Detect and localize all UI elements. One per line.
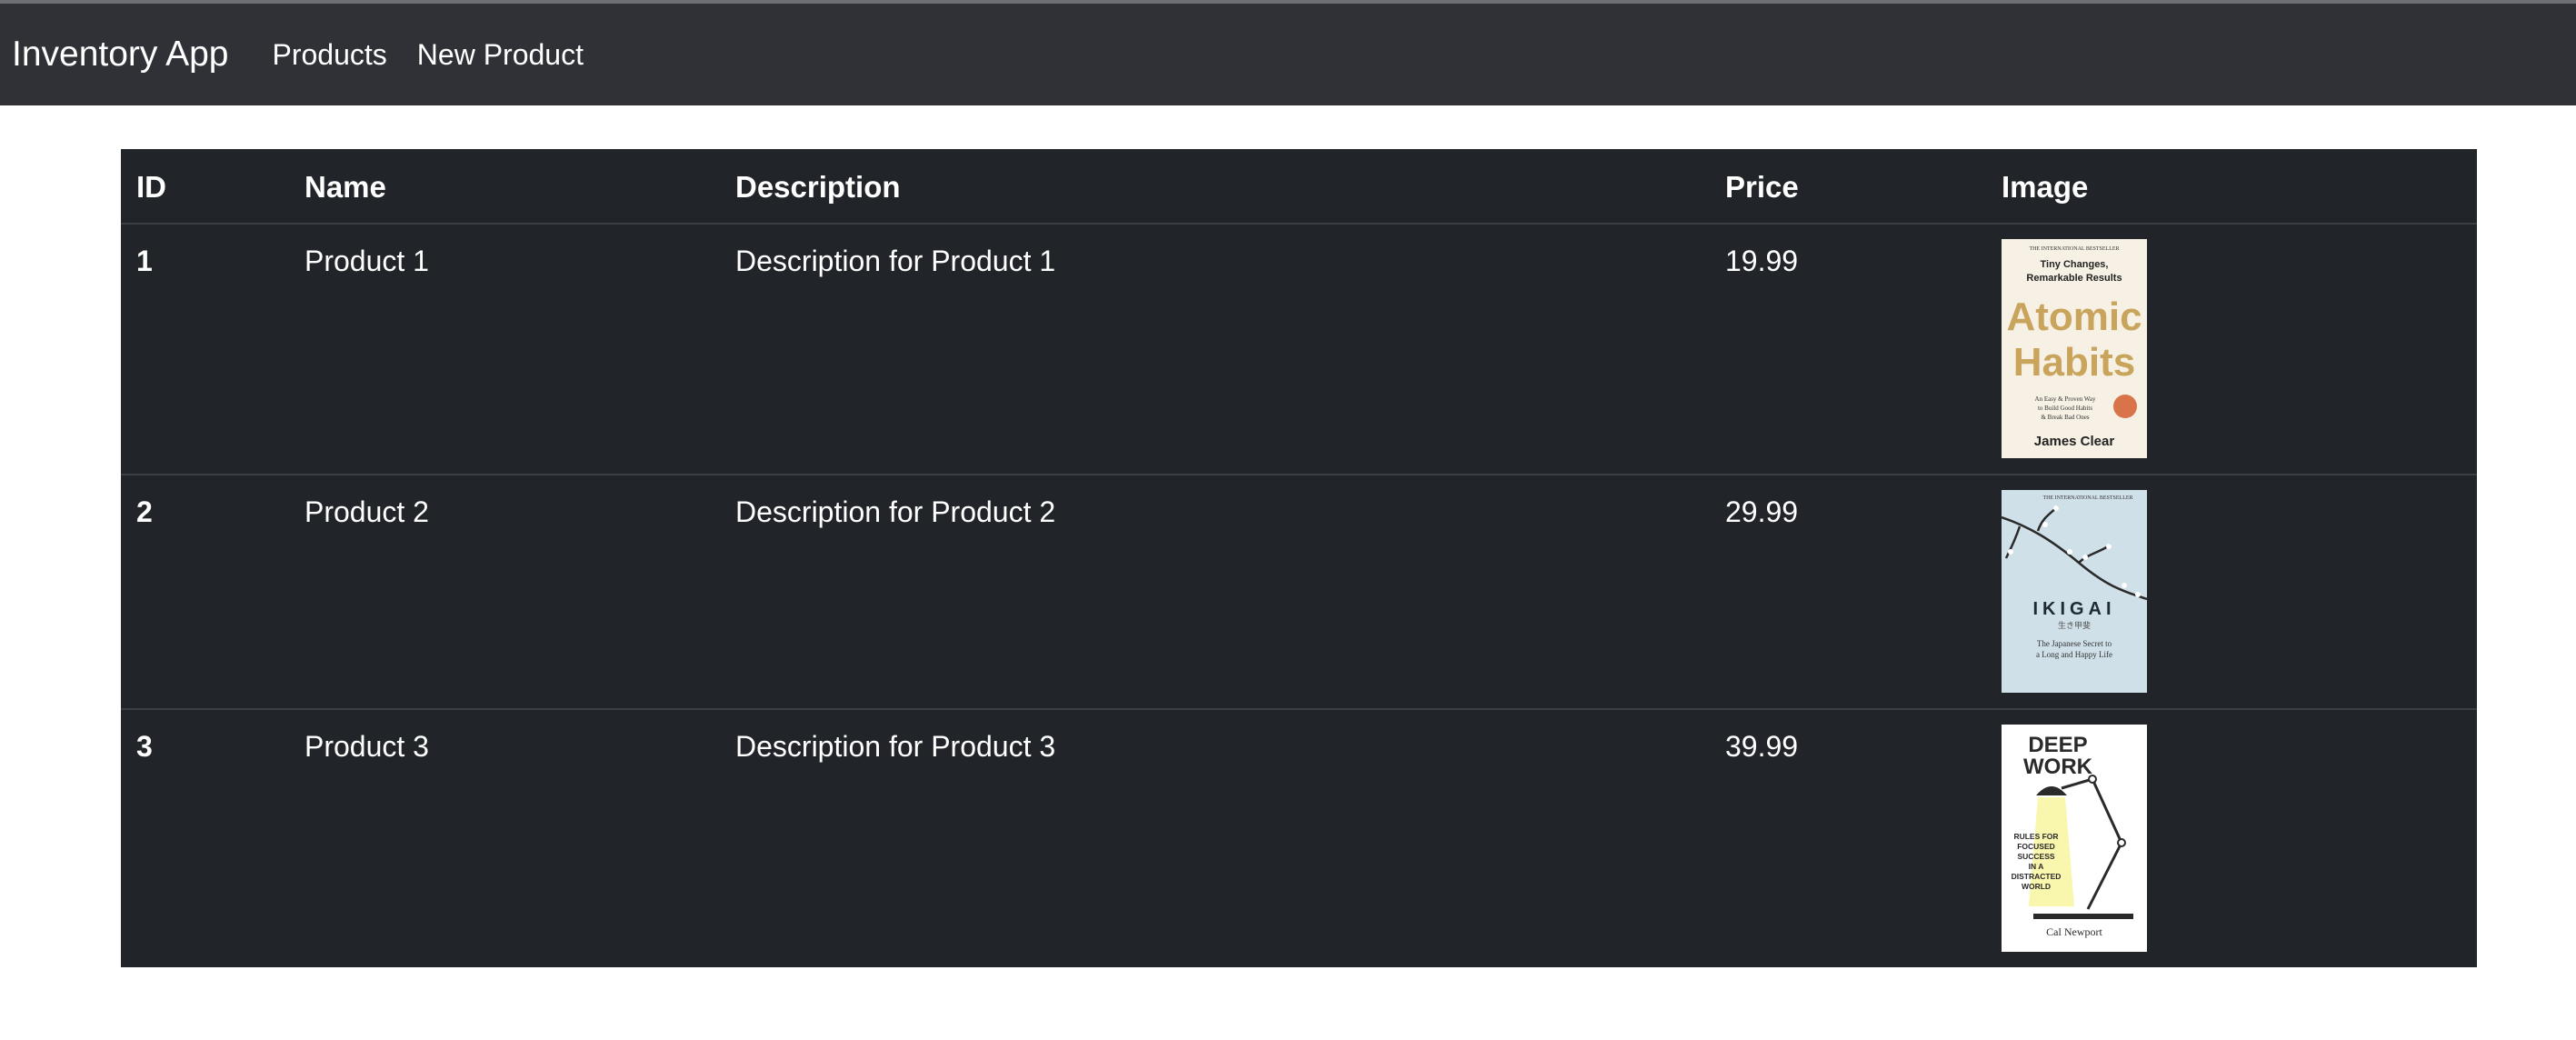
book-kanji: 生き甲斐: [2058, 620, 2091, 631]
column-header-image: Image: [2002, 169, 2089, 204]
product-id: 1: [136, 245, 153, 277]
book-tag: THE INTERNATIONAL BESTSELLER: [2029, 246, 2119, 252]
book-title-1: Atomic: [2006, 295, 2142, 339]
product-name: Product 3: [305, 730, 429, 763]
product-price: 19.99: [1725, 245, 1799, 277]
book-subtitle-5: DISTRACTED: [2012, 872, 2062, 881]
book-author: Cal Newport: [2046, 925, 2102, 938]
product-image-atomic-habits: THE INTERNATIONAL BESTSELLER Tiny Change…: [2002, 239, 2147, 458]
badge-icon: [2113, 395, 2137, 418]
product-image-ikigai: THE INTERNATIONAL BESTSELLER IKIGAI 生き甲斐…: [2002, 490, 2147, 693]
table-row: 3 Product 3 Description for Product 3 39…: [121, 709, 2477, 965]
book-subtitle-1: Tiny Changes,: [2041, 259, 2109, 270]
book-subtitle-3: SUCCESS: [2017, 852, 2054, 861]
book-title-2: Habits: [2013, 340, 2135, 385]
product-id: 3: [136, 730, 153, 763]
product-description: Description for Product 2: [735, 495, 1056, 528]
column-header-name: Name: [305, 169, 386, 204]
book-title-2: WORK: [2023, 755, 2093, 779]
book-title: IKIGAI: [2032, 599, 2115, 619]
column-header-description: Description: [735, 169, 901, 204]
product-name: Product 1: [305, 245, 429, 277]
product-description: Description for Product 3: [735, 730, 1056, 763]
product-image-deep-work: DEEP WORK RULES FOR FOCUSED SUCCESS IN A…: [2002, 725, 2147, 952]
book-blurb-1: An Easy & Proven Way: [2035, 395, 2096, 403]
product-id: 2: [136, 495, 153, 528]
book-title-1: DEEP: [2028, 733, 2087, 757]
book-subtitle-2: a Long and Happy Life: [2036, 650, 2112, 659]
nav-link-new-product[interactable]: New Product: [417, 38, 584, 72]
table-header-row: ID Name Description Price Image: [121, 149, 2477, 224]
column-header-id: ID: [136, 169, 166, 204]
products-table: ID Name Description Price Image 1 Produc…: [121, 149, 2477, 967]
product-price: 39.99: [1725, 730, 1799, 763]
nav-link-products[interactable]: Products: [273, 38, 387, 72]
book-blurb-2: to Build Good Habits: [2038, 405, 2092, 412]
book-subtitle-2: Remarkable Results: [2026, 273, 2122, 284]
brand-logo[interactable]: Inventory App: [12, 35, 229, 75]
book-subtitle-4: IN A: [2029, 862, 2044, 871]
book-subtitle-1: The Japanese Secret to: [2037, 639, 2112, 648]
product-description: Description for Product 1: [735, 245, 1056, 277]
product-price: 29.99: [1725, 495, 1799, 528]
book-subtitle-6: WORLD: [2022, 882, 2051, 891]
book-subtitle-2: FOCUSED: [2017, 842, 2055, 851]
column-header-price: Price: [1725, 169, 1799, 204]
navbar: Inventory App Products New Product: [0, 4, 2576, 105]
table-row: 2 Product 2 Description for Product 2 29…: [121, 475, 2477, 709]
book-subtitle-1: RULES FOR: [2013, 832, 2058, 841]
product-name: Product 2: [305, 495, 429, 528]
book-author: James Clear: [2034, 434, 2115, 449]
book-tag: THE INTERNATIONAL BESTSELLER: [2042, 495, 2132, 501]
table-row: 1 Product 1 Description for Product 1 19…: [121, 224, 2477, 475]
book-blurb-3: & Break Bad Ones: [2041, 414, 2089, 421]
